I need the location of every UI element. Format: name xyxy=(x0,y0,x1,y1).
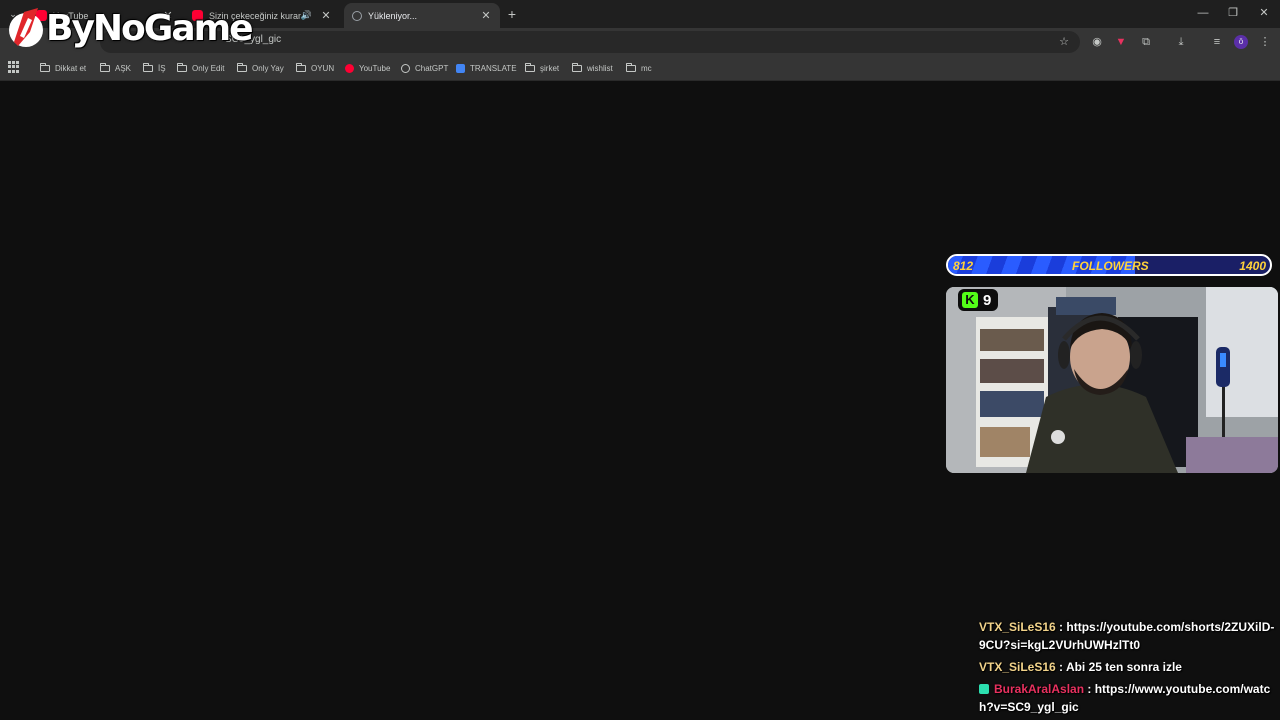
chat-message: BurakAralAslan : https://www.youtube.com… xyxy=(979,680,1279,716)
minimize-button[interactable]: — xyxy=(1188,4,1218,22)
menu-kebab-icon[interactable]: ⋮ xyxy=(1257,34,1273,50)
extension-icon[interactable]: ◉ xyxy=(1089,34,1105,50)
media-queue-icon[interactable]: ≡ xyxy=(1209,34,1225,50)
folder-icon xyxy=(237,62,247,72)
speaker-icon[interactable]: 🔊 xyxy=(301,10,312,21)
close-window-button[interactable]: ✕ xyxy=(1249,4,1279,22)
chat-badge-icon xyxy=(979,684,989,694)
bookmark-label: şirket xyxy=(540,63,560,73)
extensions-puzzle-icon[interactable]: ⧉ xyxy=(1138,34,1154,50)
loading-spinner-icon xyxy=(352,10,362,21)
bookmark-folder[interactable]: şirket xyxy=(525,61,559,75)
chat-username: VTX_SiLeS16 xyxy=(979,660,1056,674)
folder-icon xyxy=(296,62,306,72)
kick-viewer-badge: K 9 xyxy=(958,289,998,311)
logo-text: ByNoGame xyxy=(46,7,254,49)
folder-icon xyxy=(143,62,153,72)
bookmark-chatgpt[interactable]: ChatGPT xyxy=(401,61,448,75)
bookmark-youtube[interactable]: YouTube xyxy=(345,61,390,75)
follower-count: 812 xyxy=(953,259,974,273)
bookmark-folder[interactable]: Dikkat et xyxy=(40,61,86,75)
bookmark-label: AŞK xyxy=(115,63,132,73)
bookmark-label: Only Edit xyxy=(192,63,225,73)
chat-username: BurakAralAslan xyxy=(994,682,1085,696)
chat-message: VTX_SiLeS16 : https://youtube.com/shorts… xyxy=(979,618,1279,654)
youtube-icon xyxy=(345,63,354,73)
folder-icon xyxy=(100,62,110,72)
download-icon[interactable]: ⤓ xyxy=(1173,34,1189,50)
bookmark-label: wishlist xyxy=(587,63,613,73)
chat-text: : Abi 25 ten sonra izle xyxy=(1055,660,1182,674)
bookmark-translate[interactable]: TRANSLATE xyxy=(456,61,517,75)
follower-label: FOLLOWERS xyxy=(1072,259,1149,273)
viewer-count: 9 xyxy=(983,291,992,309)
close-icon[interactable]: ✕ xyxy=(320,9,332,22)
follower-goal: 1400 xyxy=(1239,259,1266,273)
bynogame-logo-icon xyxy=(9,8,43,47)
new-tab-button[interactable]: + xyxy=(503,6,521,22)
extension-icon[interactable]: ▼ xyxy=(1113,34,1129,50)
bookmark-folder[interactable]: OYUN xyxy=(296,61,334,75)
chatgpt-icon xyxy=(401,63,410,73)
bookmark-label: OYUN xyxy=(311,63,335,73)
translate-icon xyxy=(456,63,465,73)
webcam-feed xyxy=(946,287,1278,473)
bookmark-label: mc xyxy=(641,63,652,73)
profile-avatar[interactable]: ö xyxy=(1234,35,1248,49)
bookmark-folder[interactable]: mc xyxy=(626,61,652,75)
bookmark-label: Only Yay xyxy=(252,63,284,73)
stream-logo: ByNoGame xyxy=(8,6,254,50)
bookmark-folder[interactable]: wishlist xyxy=(572,61,613,75)
close-icon[interactable]: ✕ xyxy=(480,9,492,22)
chat-overlay: VTX_SiLeS16 : https://youtube.com/shorts… xyxy=(979,618,1279,720)
tab-title: Yükleniyor... xyxy=(368,10,418,21)
folder-icon xyxy=(626,62,636,72)
bookmark-folder[interactable]: AŞK xyxy=(100,61,131,75)
bookmark-label: TRANSLATE xyxy=(470,63,517,73)
folder-icon xyxy=(40,62,50,72)
bookmark-label: YouTube xyxy=(359,63,391,73)
folder-icon xyxy=(572,62,582,72)
bookmark-label: ChatGPT xyxy=(415,63,449,73)
follower-goal-bar: 812 FOLLOWERS 1400 xyxy=(946,254,1272,276)
bookmark-label: İŞ xyxy=(158,63,166,73)
apps-grid-icon[interactable] xyxy=(8,61,20,73)
webcam-image xyxy=(946,287,1278,473)
chat-message: VTX_SiLeS16 : Abi 25 ten sonra izle xyxy=(979,658,1279,676)
kick-icon: K xyxy=(962,292,978,308)
bookmark-label: Dikkat et xyxy=(55,63,87,73)
chat-username: VTX_SiLeS16 xyxy=(979,620,1056,634)
folder-icon xyxy=(177,62,187,72)
tab-loading[interactable]: Yükleniyor... ✕ xyxy=(344,3,500,28)
folder-icon xyxy=(525,62,535,72)
restore-button[interactable]: ❐ xyxy=(1218,4,1248,22)
bookmark-star-icon[interactable]: ☆ xyxy=(1056,34,1072,50)
bookmark-folder[interactable]: Only Edit xyxy=(177,61,224,75)
bookmark-folder[interactable]: Only Yay xyxy=(237,61,284,75)
bookmark-folder[interactable]: İŞ xyxy=(143,61,166,75)
